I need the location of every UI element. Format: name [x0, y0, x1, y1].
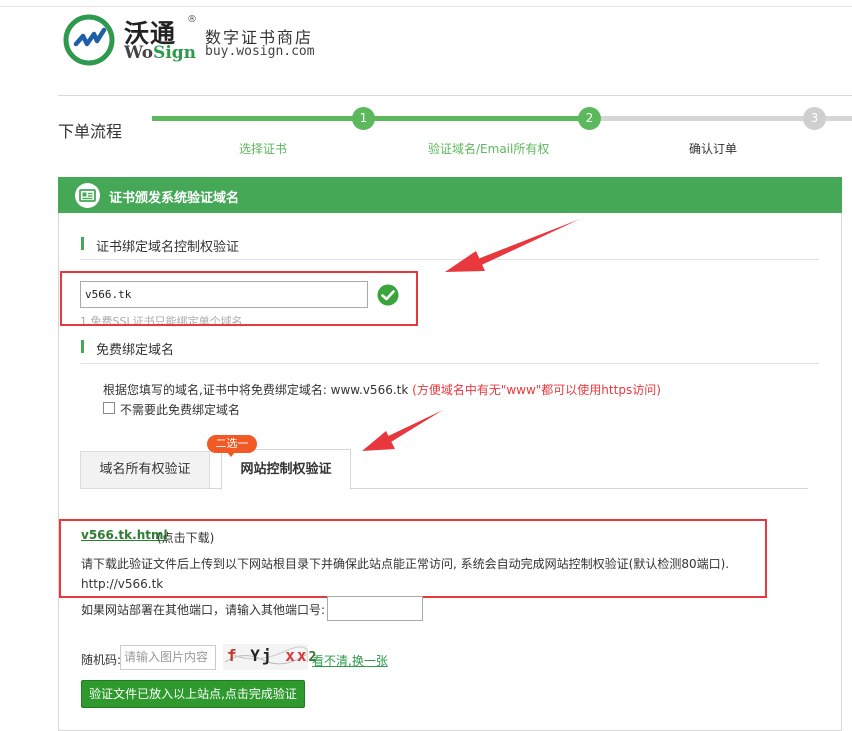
id-card-icon [75, 183, 100, 208]
step-2-marker: 2 [578, 107, 601, 130]
tab-domain-ownership[interactable]: 域名所有权验证 [80, 451, 210, 489]
no-free-domain-checkbox[interactable] [103, 402, 115, 414]
brand-name-en: WoSign [124, 43, 196, 63]
brand-en-sign: Sign [153, 43, 197, 63]
top-divider [0, 6, 852, 7]
captcha-label: 随机码: [81, 653, 122, 667]
step-2-label: 验证域名/Email所有权 [428, 142, 550, 156]
process-title: 下单流程 [58, 122, 123, 141]
port-input[interactable] [327, 596, 423, 621]
badge-pointer [226, 451, 236, 457]
free-domain-text: 根据您填写的域名,证书中将免费绑定域名: www.v566.tk (方便域名中有… [103, 381, 661, 398]
captcha-characters: f Yj xx2 [227, 646, 318, 665]
free-domain-text-note: (方便域名中有无"www"都可以使用https访问) [412, 383, 661, 397]
captcha-input[interactable]: 请输入图片内容 [120, 645, 216, 670]
section-divider [80, 363, 819, 364]
section-marker [81, 340, 84, 353]
registered-mark: ® [187, 14, 197, 25]
step-1-label: 选择证书 [239, 142, 288, 156]
step-3-marker: 3 [803, 107, 826, 130]
store-url: buy.wosign.com [205, 44, 315, 59]
free-domain-text-main: 根据您填写的域名,证书中将免费绑定域名: www.v566.tk [103, 383, 409, 397]
section-title-free-domain: 免费绑定域名 [96, 343, 175, 358]
section-divider [80, 259, 819, 260]
captcha-char: Yj [250, 646, 274, 665]
annotation-box-file [59, 519, 767, 598]
wosign-logo-icon [63, 14, 115, 66]
no-free-domain-label: 不需要此免费绑定域名 [120, 403, 241, 417]
brand-en-wo: Wo [124, 43, 154, 63]
step-3-label: 确认订单 [689, 142, 738, 156]
step-1-marker: 1 [352, 107, 375, 130]
complete-verification-button[interactable]: 验证文件已放入以上站点,点击完成验证 [81, 680, 305, 708]
tab-website-control[interactable]: 网站控制权验证 [221, 449, 351, 490]
captcha-refresh-link[interactable]: 看不清,换一张 [312, 652, 388, 669]
header-divider [58, 95, 852, 96]
captcha-char: xx [285, 646, 309, 665]
section-title-domain-control: 证书绑定域名控制权验证 [96, 240, 240, 255]
section-marker [81, 237, 84, 250]
panel-title: 证书颁发系统验证域名 [109, 191, 240, 206]
captcha-char: f [227, 646, 239, 665]
port-label: 如果网站部署在其他端口，请输入其他端口号: [81, 603, 326, 617]
annotation-box-domain [60, 271, 418, 326]
